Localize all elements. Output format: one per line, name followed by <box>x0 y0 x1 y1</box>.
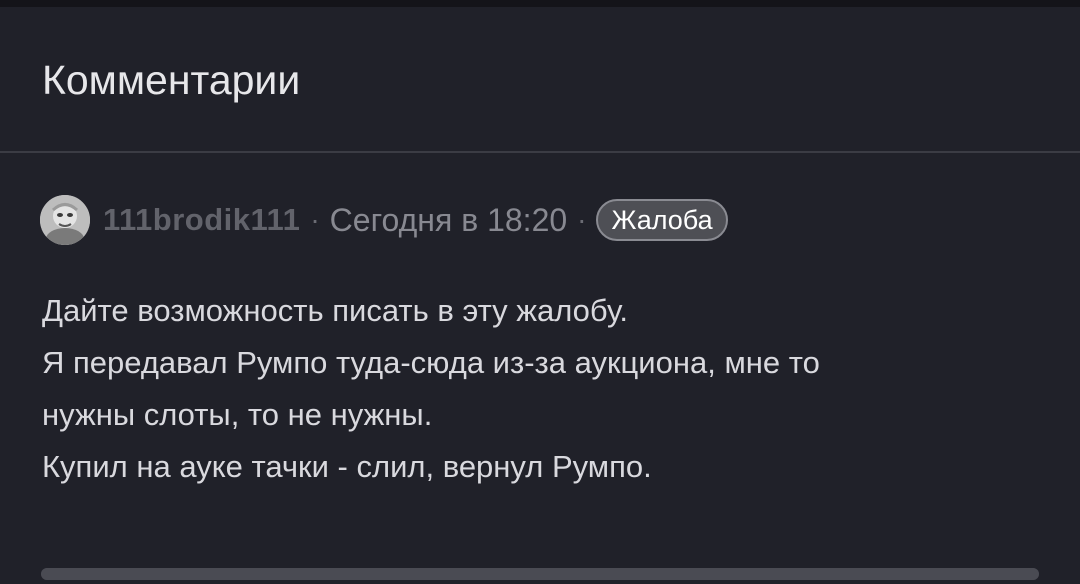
scrollbar-thumb[interactable] <box>41 568 1039 580</box>
comment-timestamp: Сегодня в 18:20 <box>329 201 568 238</box>
comment-body: Дайте возможность писать в эту жалобу. Я… <box>42 285 1042 493</box>
meta-separator: · <box>577 204 587 235</box>
comment-item: 111brodik111 · Сегодня в 18:20 · Жалоба … <box>0 153 1080 584</box>
meta-separator: · <box>310 204 320 235</box>
user-avatar-icon[interactable] <box>40 195 90 245</box>
comment-meta: 111brodik111 · Сегодня в 18:20 · Жалоба <box>40 195 728 245</box>
section-title: Комментарии <box>42 57 301 103</box>
comments-header: Комментарии <box>0 7 1080 151</box>
comment-line: Я передавал Румпо туда-сюда из-за аукцио… <box>42 345 820 380</box>
horizontal-scrollbar[interactable] <box>41 568 1039 580</box>
comment-username[interactable]: 111brodik111 <box>103 202 300 238</box>
report-button[interactable]: Жалоба <box>596 199 728 241</box>
comment-line: нужны слоты, то не нужны. <box>42 397 433 432</box>
comment-line: Дайте возможность писать в эту жалобу. <box>42 293 628 328</box>
top-strip <box>0 0 1080 7</box>
comment-line: Купил на ауке тачки - слил, вернул Румпо… <box>42 449 652 484</box>
